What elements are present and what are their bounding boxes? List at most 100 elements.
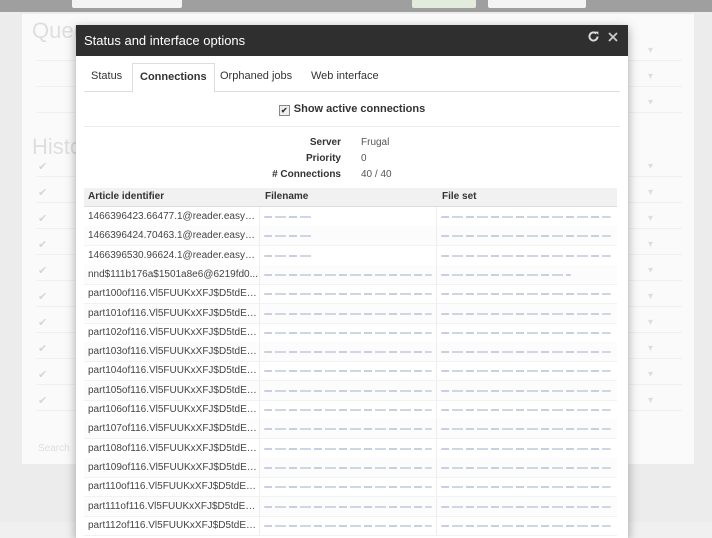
article-identifier-cell: part109of116.Vl5FUUKxXFJ$D5tdEg... <box>88 461 258 473</box>
file-set-redacted <box>441 486 611 489</box>
filename-redacted <box>264 505 432 508</box>
table-row: part102of116.Vl5FUUKxXFJ$D5tdEg... <box>84 322 617 343</box>
priority-label: Priority <box>305 153 341 164</box>
connections-value: 40 / 40 <box>361 169 392 180</box>
file-set-redacted <box>441 331 611 334</box>
column-divider <box>259 438 260 458</box>
column-divider <box>259 457 260 477</box>
column-divider <box>259 284 260 304</box>
filename-redacted <box>264 409 432 411</box>
modal-header: Status and interface options <box>76 25 628 56</box>
filename-redacted <box>264 293 432 296</box>
table-row: part107of116.Vl5FUUKxXFJ$D5tdEg... <box>84 419 617 440</box>
column-divider <box>259 496 260 516</box>
file-set-redacted <box>441 216 611 218</box>
server-value: Frugal <box>361 137 390 148</box>
column-divider <box>436 477 437 497</box>
filename-redacted <box>264 524 432 527</box>
show-active-connections-checkbox[interactable]: ✔ <box>278 105 290 116</box>
refresh-icon[interactable] <box>587 30 600 46</box>
table-row: part100of116.Vl5FUUKxXFJ$D5tdEg... <box>84 284 617 305</box>
column-divider <box>259 342 260 362</box>
article-identifier-cell: part111of116.Vl5FUUKxXFJ$D5tdEg... <box>88 500 258 512</box>
table-row: part109of116.Vl5FUUKxXFJ$D5tdEg... <box>84 457 617 478</box>
column-divider <box>436 496 437 516</box>
tab-connections[interactable]: Connections <box>132 63 215 93</box>
article-identifier-cell: part102of116.Vl5FUUKxXFJ$D5tdEg... <box>88 326 258 338</box>
close-icon[interactable] <box>607 30 619 46</box>
column-divider <box>436 284 437 304</box>
column-divider <box>436 419 437 439</box>
file-set-redacted <box>441 293 611 296</box>
column-divider <box>259 515 260 535</box>
file-set-redacted <box>441 389 611 392</box>
filename-redacted <box>264 254 312 257</box>
table-row: 1466396423.66477.1@reader.easyu... <box>84 207 617 227</box>
filename-redacted <box>264 466 432 469</box>
column-divider <box>259 380 260 400</box>
table-row: 1466396530.96624.1@reader.easyu... <box>84 245 617 266</box>
article-identifier-cell: part105of116.Vl5FUUKxXFJ$D5tdEg... <box>88 384 258 396</box>
column-divider <box>436 380 437 400</box>
table-row: part101of116.Vl5FUUKxXFJ$D5tdEg... <box>84 303 617 324</box>
filename-redacted <box>264 273 432 276</box>
file-set-redacted <box>441 524 611 527</box>
tab-orphaned-jobs[interactable]: Orphaned jobs <box>213 63 299 90</box>
column-divider <box>259 322 260 342</box>
priority-value: 0 <box>361 153 367 164</box>
article-identifier-cell: 1466396424.70463.1@reader.easyu... <box>88 230 258 242</box>
connections-label: # Connections <box>272 169 341 180</box>
table-row: part108of116.Vl5FUUKxXFJ$D5tdEg... <box>84 438 617 459</box>
column-divider <box>259 245 260 265</box>
article-identifier-cell: 1466396530.96624.1@reader.easyu... <box>88 249 258 261</box>
header-file-set: File set <box>442 191 477 202</box>
table-row: part104of116.Vl5FUUKxXFJ$D5tdEg... <box>84 361 617 382</box>
status-options-modal: Status and interface options Status Conn… <box>76 25 628 538</box>
table-row: part105of116.Vl5FUUKxXFJ$D5tdEg... <box>84 380 617 401</box>
header-filename: Filename <box>265 191 309 202</box>
article-identifier-cell: part110of116.Vl5FUUKxXFJ$D5tdEg... <box>88 481 258 493</box>
column-divider <box>259 400 260 419</box>
file-set-redacted <box>441 312 611 315</box>
filename-redacted <box>264 216 312 218</box>
show-active-connections-label: Show active connections <box>293 103 426 115</box>
file-set-redacted <box>441 447 611 450</box>
filename-redacted <box>264 447 432 450</box>
column-divider <box>436 342 437 362</box>
tab-status[interactable]: Status <box>84 63 129 90</box>
column-divider <box>436 207 437 226</box>
filename-redacted <box>264 486 432 489</box>
show-active-connections-row: ✔ Show active connections <box>76 103 628 116</box>
server-label: Server <box>309 137 341 148</box>
article-identifier-cell: part101of116.Vl5FUUKxXFJ$D5tdEg... <box>88 307 258 319</box>
column-divider <box>259 264 260 284</box>
column-divider <box>259 419 260 439</box>
article-identifier-cell: 1466396423.66477.1@reader.easyu... <box>88 211 258 222</box>
table-row: part110of116.Vl5FUUKxXFJ$D5tdEg... <box>84 477 617 498</box>
filename-redacted <box>264 428 432 431</box>
column-divider <box>436 322 437 342</box>
modal-tabs: Status Connections Orphaned jobs Web int… <box>84 63 620 93</box>
filename-redacted <box>264 370 432 373</box>
table-row: nnd$111b176a$1501a8e6@6219fd0... <box>84 264 617 285</box>
column-divider <box>436 457 437 477</box>
header-article-identifier: Article identifier <box>88 191 165 202</box>
tab-web-interface[interactable]: Web interface <box>304 63 386 90</box>
article-identifier-cell: part108of116.Vl5FUUKxXFJ$D5tdEg... <box>88 442 258 454</box>
filename-redacted <box>264 312 432 315</box>
file-set-redacted <box>441 351 611 354</box>
article-identifier-cell: part106of116.Vl5FUUKxXFJ$D5tdEg... <box>88 404 258 415</box>
column-divider <box>436 226 437 246</box>
table-header: Article identifier Filename File set <box>84 188 617 207</box>
column-divider <box>436 245 437 265</box>
table-row: part106of116.Vl5FUUKxXFJ$D5tdEg... <box>84 400 617 420</box>
article-identifier-cell: part112of116.Vl5FUUKxXFJ$D5tdEg... <box>88 519 258 531</box>
file-set-redacted <box>441 505 611 508</box>
column-divider <box>436 264 437 284</box>
column-divider <box>436 303 437 323</box>
column-divider <box>259 361 260 381</box>
file-set-redacted <box>441 235 611 238</box>
table-row: 1466396424.70463.1@reader.easyu... <box>84 226 617 247</box>
table-row: part112of116.Vl5FUUKxXFJ$D5tdEg... <box>84 515 617 536</box>
file-set-redacted <box>441 409 611 411</box>
